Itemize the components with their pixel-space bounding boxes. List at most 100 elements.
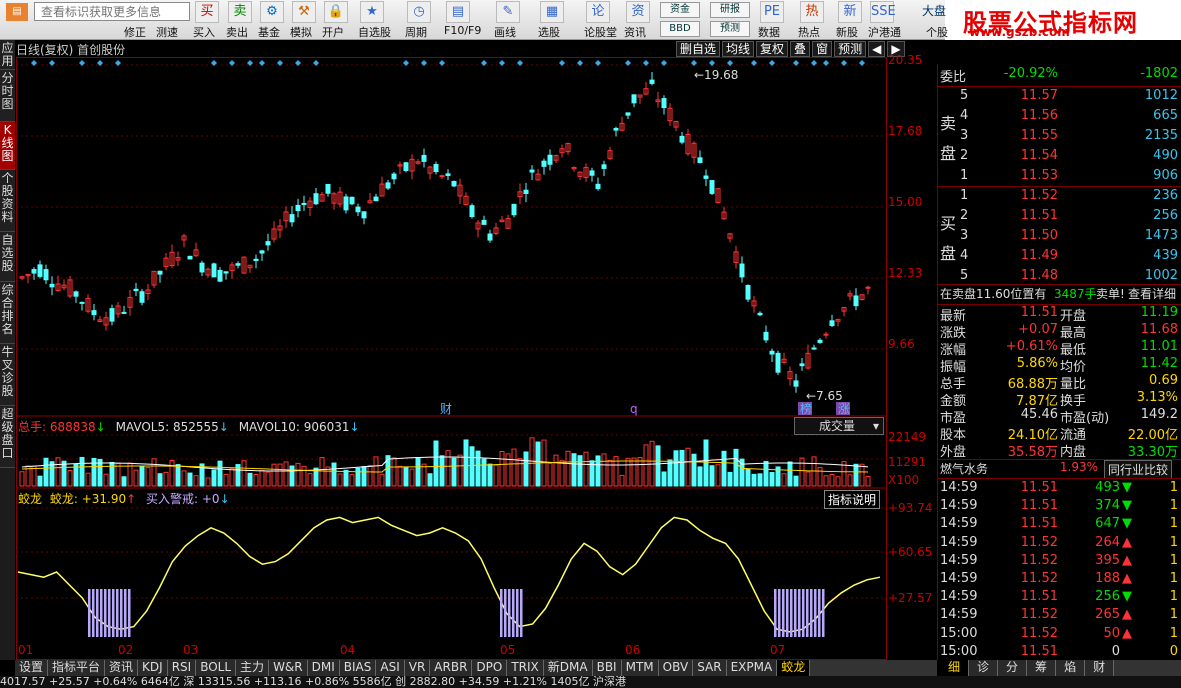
toolbar-icon-2[interactable]: ⚙	[260, 1, 284, 23]
toolbar-label-9[interactable]: 选股	[538, 24, 560, 40]
toolbar-icon-10[interactable]: 论	[586, 1, 610, 23]
indicator-tab-18[interactable]: OBV	[658, 660, 694, 676]
toolbar-icon-6[interactable]: ◷	[407, 1, 431, 23]
volume-dropdown[interactable]: 成交量 ▾	[794, 417, 884, 435]
toolbar-label-8[interactable]: 画线	[494, 24, 516, 40]
side-tab-5[interactable]: 综合排名	[0, 282, 15, 344]
indicator-tab-6[interactable]: 主力	[236, 660, 270, 676]
toolbar-label-0[interactable]: 买入	[193, 24, 215, 40]
indicator-tab-13[interactable]: DPO	[472, 660, 508, 676]
toolbar-icon-5[interactable]: ★	[360, 1, 384, 23]
kline-chart[interactable]: ←19.68 ←7.65 财 q 榜 涨	[16, 57, 937, 660]
bid-price[interactable]: 11.48	[978, 268, 1058, 283]
toolbar-box-0[interactable]: 资金	[660, 2, 700, 18]
indicator-tab-2[interactable]: 资讯	[105, 660, 139, 676]
indicator-tab-15[interactable]: 新DMA	[543, 660, 593, 676]
indicator-tab-7[interactable]: W&R	[269, 660, 308, 676]
panel-tab-3[interactable]: 筹	[1027, 660, 1057, 676]
toolbar-icon-8[interactable]: ✎	[496, 1, 520, 23]
toolbar-label-2[interactable]: 基金	[258, 24, 280, 40]
toolbar-label-1[interactable]: 卖出	[226, 24, 248, 40]
indicator-tab-5[interactable]: BOLL	[196, 660, 237, 676]
market-label[interactable]: 大盘	[922, 2, 946, 19]
chart-button-0[interactable]: 删自选	[676, 41, 721, 57]
indicator-tab-9[interactable]: BIAS	[339, 660, 377, 676]
toolbar-box-1[interactable]: 研报	[710, 2, 750, 18]
bid-price[interactable]: 11.49	[978, 248, 1058, 263]
panel-tab-4[interactable]: 焰	[1056, 660, 1086, 676]
indicator-tab-10[interactable]: ASI	[376, 660, 405, 676]
indicator-tab-19[interactable]: SAR	[693, 660, 727, 676]
speedtest-label[interactable]: 测速	[156, 24, 178, 40]
indicator-tab-12[interactable]: ARBR	[430, 660, 473, 676]
ask-price[interactable]: 11.54	[978, 148, 1058, 163]
indicator-tab-16[interactable]: BBI	[592, 660, 622, 676]
toolbar-label-5[interactable]: 自选股	[358, 24, 391, 40]
panel-tab-0[interactable]: 细	[940, 660, 970, 676]
sector-compare-button[interactable]: 同行业比较	[1104, 460, 1173, 479]
toolbar-label-15[interactable]: 沪港通	[868, 24, 901, 40]
toolbar-box-2[interactable]: BBD	[660, 21, 700, 37]
ask-price[interactable]: 11.53	[978, 168, 1058, 183]
app-logo-icon[interactable]: ▤	[6, 3, 28, 21]
bid-price[interactable]: 11.50	[978, 228, 1058, 243]
indicator-tab-11[interactable]: VR	[404, 660, 431, 676]
toolbar-label-3[interactable]: 模拟	[290, 24, 312, 40]
chart-button-4[interactable]: 窗	[812, 41, 833, 57]
panel-tab-5[interactable]: 财	[1085, 660, 1115, 676]
toolbar-label-4[interactable]: 开户	[322, 24, 344, 40]
side-tab-7[interactable]: 超级盘口	[0, 406, 15, 468]
ask-price[interactable]: 11.56	[978, 108, 1058, 123]
toolbar-label-13[interactable]: 热点	[798, 24, 820, 40]
side-tab-1[interactable]: 分时图	[0, 70, 15, 122]
toolbar-icon-4[interactable]: 🔒	[324, 1, 348, 23]
toolbar-label-6[interactable]: 周期	[405, 24, 427, 40]
toolbar-icon-11[interactable]: 资	[626, 1, 650, 23]
toolbar-icon-3[interactable]: ⚒	[292, 1, 316, 23]
indicator-explain-button[interactable]: 指标说明	[824, 490, 881, 509]
indicator-tab-17[interactable]: MTM	[621, 660, 659, 676]
search-input[interactable]	[34, 2, 190, 21]
bid-price[interactable]: 11.52	[978, 188, 1058, 203]
toolbar-icon-15[interactable]: SSE	[870, 1, 896, 23]
toolbar-icon-13[interactable]: 热	[800, 1, 824, 23]
toolbar-icon-9[interactable]: ▦	[540, 1, 564, 23]
sector-name[interactable]: 燃气水务	[940, 460, 988, 477]
indicator-tab-3[interactable]: KDJ	[138, 660, 168, 676]
side-tab-4[interactable]: 自选股	[0, 232, 15, 282]
side-tab-2[interactable]: K线图	[0, 122, 15, 170]
bid-price[interactable]: 11.51	[978, 208, 1058, 223]
order-notice-link[interactable]: 查看详细	[1128, 285, 1176, 302]
indicator-tab-21[interactable]: 蛟龙	[777, 660, 811, 676]
toolbar-icon-0[interactable]: 买	[195, 1, 219, 23]
indicator-tab-8[interactable]: DMI	[307, 660, 340, 676]
ask-price[interactable]: 11.57	[978, 88, 1058, 103]
chart-button-5[interactable]: 预测	[834, 41, 867, 57]
toolbar-box-3[interactable]: 预测	[710, 21, 750, 37]
panel-tab-1[interactable]: 诊	[969, 660, 999, 676]
side-tab-0[interactable]: 应用	[0, 40, 15, 70]
chart-button-1[interactable]: 均线	[722, 41, 755, 57]
chart-button-3[interactable]: 叠	[790, 41, 811, 57]
toolbar-icon-7[interactable]: ▤	[446, 1, 470, 23]
toolbar-label-11[interactable]: 资讯	[624, 24, 646, 40]
ask-price[interactable]: 11.55	[978, 128, 1058, 143]
fix-label[interactable]: 修正	[124, 24, 146, 40]
indicator-tab-0[interactable]: 设置	[15, 660, 49, 676]
toolbar-icon-14[interactable]: 新	[838, 1, 862, 23]
chart-button-6[interactable]: ◀	[868, 41, 886, 57]
toolbar-icon-12[interactable]: PE	[760, 1, 784, 23]
indicator-tab-1[interactable]: 指标平台	[48, 660, 106, 676]
stock-label[interactable]: 个股	[926, 24, 948, 40]
side-tab-3[interactable]: 个股资料	[0, 170, 15, 232]
toolbar-icon-1[interactable]: 卖	[228, 1, 252, 23]
indicator-tab-14[interactable]: TRIX	[507, 660, 544, 676]
panel-tab-2[interactable]: 分	[998, 660, 1028, 676]
side-tab-6[interactable]: 牛叉诊股	[0, 344, 15, 406]
toolbar-label-10[interactable]: 论股堂	[584, 24, 617, 40]
toolbar-label-14[interactable]: 新股	[836, 24, 858, 40]
toolbar-label-7[interactable]: F10/F9	[444, 24, 481, 37]
indicator-tab-20[interactable]: EXPMA	[726, 660, 778, 676]
chart-button-2[interactable]: 复权	[756, 41, 789, 57]
indicator-tab-4[interactable]: RSI	[167, 660, 197, 676]
